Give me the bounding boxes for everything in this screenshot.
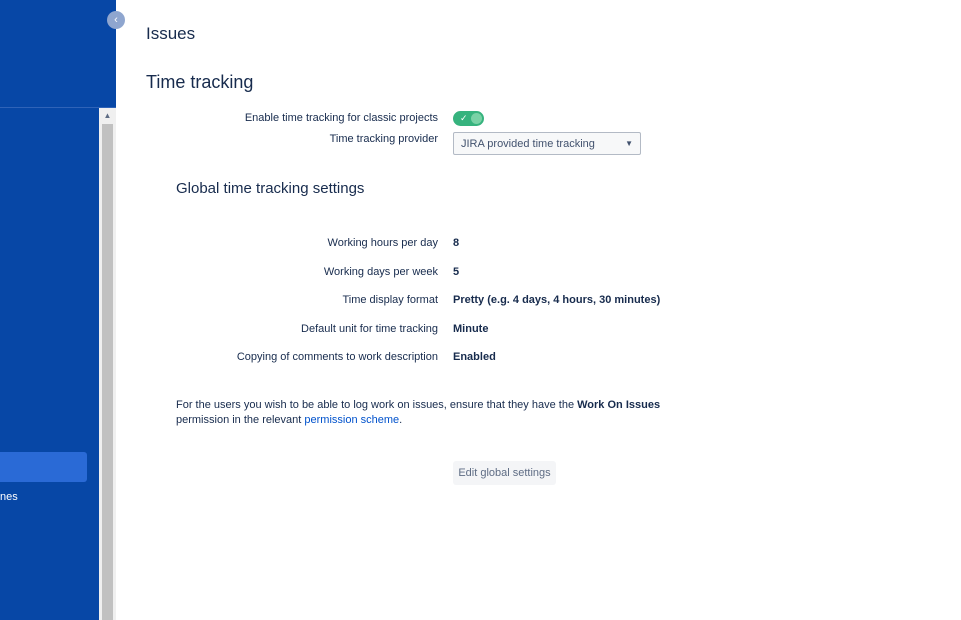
global-settings-title: Global time tracking settings — [176, 180, 365, 197]
setting-value: 8 — [453, 237, 460, 249]
sidebar-scrollbar-thumb[interactable] — [102, 124, 113, 620]
time-tracking-provider-select[interactable]: JIRA provided time tracking ▼ — [453, 132, 641, 155]
section-title: Time tracking — [146, 72, 254, 92]
select-value: JIRA provided time tracking — [461, 138, 595, 150]
setting-value: Pretty (e.g. 4 days, 4 hours, 30 minutes… — [453, 294, 661, 306]
setting-label: Working hours per day — [327, 237, 438, 249]
setting-label: Working days per week — [323, 266, 438, 278]
permission-scheme-link[interactable]: permission scheme — [304, 414, 399, 426]
chevron-left-icon: ‹ — [114, 14, 118, 26]
info-suffix: . — [399, 414, 403, 426]
edit-global-settings-button[interactable]: Edit global settings — [453, 461, 556, 485]
caret-down-icon: ▼ — [625, 139, 633, 148]
info-middle: permission in the relevant — [176, 414, 305, 426]
page-title: Issues — [146, 24, 196, 43]
sidebar-item-selected[interactable] — [0, 452, 87, 482]
permission-info-text: For the users you wish to be able to log… — [176, 398, 716, 428]
collapse-sidebar-button[interactable]: ‹ — [107, 11, 125, 29]
setting-value: Minute — [453, 323, 489, 335]
setting-value: 5 — [453, 266, 460, 278]
scroll-up-arrow-icon[interactable]: ▲ — [99, 108, 116, 124]
setting-value: Enabled — [453, 351, 496, 363]
sidebar-item-label[interactable]: nes — [0, 490, 18, 504]
info-prefix: For the users you wish to be able to log… — [176, 399, 578, 411]
enable-time-tracking-toggle[interactable]: ✓ — [453, 111, 484, 126]
enable-time-tracking-label: Enable time tracking for classic project… — [244, 112, 438, 124]
setting-label: Default unit for time tracking — [301, 323, 438, 335]
setting-label: Time display format — [342, 294, 438, 306]
time-tracking-provider-label: Time tracking provider — [329, 133, 438, 145]
setting-label: Copying of comments to work description — [236, 351, 438, 363]
permission-name: Work On Issues — [577, 399, 661, 411]
check-icon: ✓ — [460, 113, 468, 123]
toggle-knob — [471, 113, 482, 124]
